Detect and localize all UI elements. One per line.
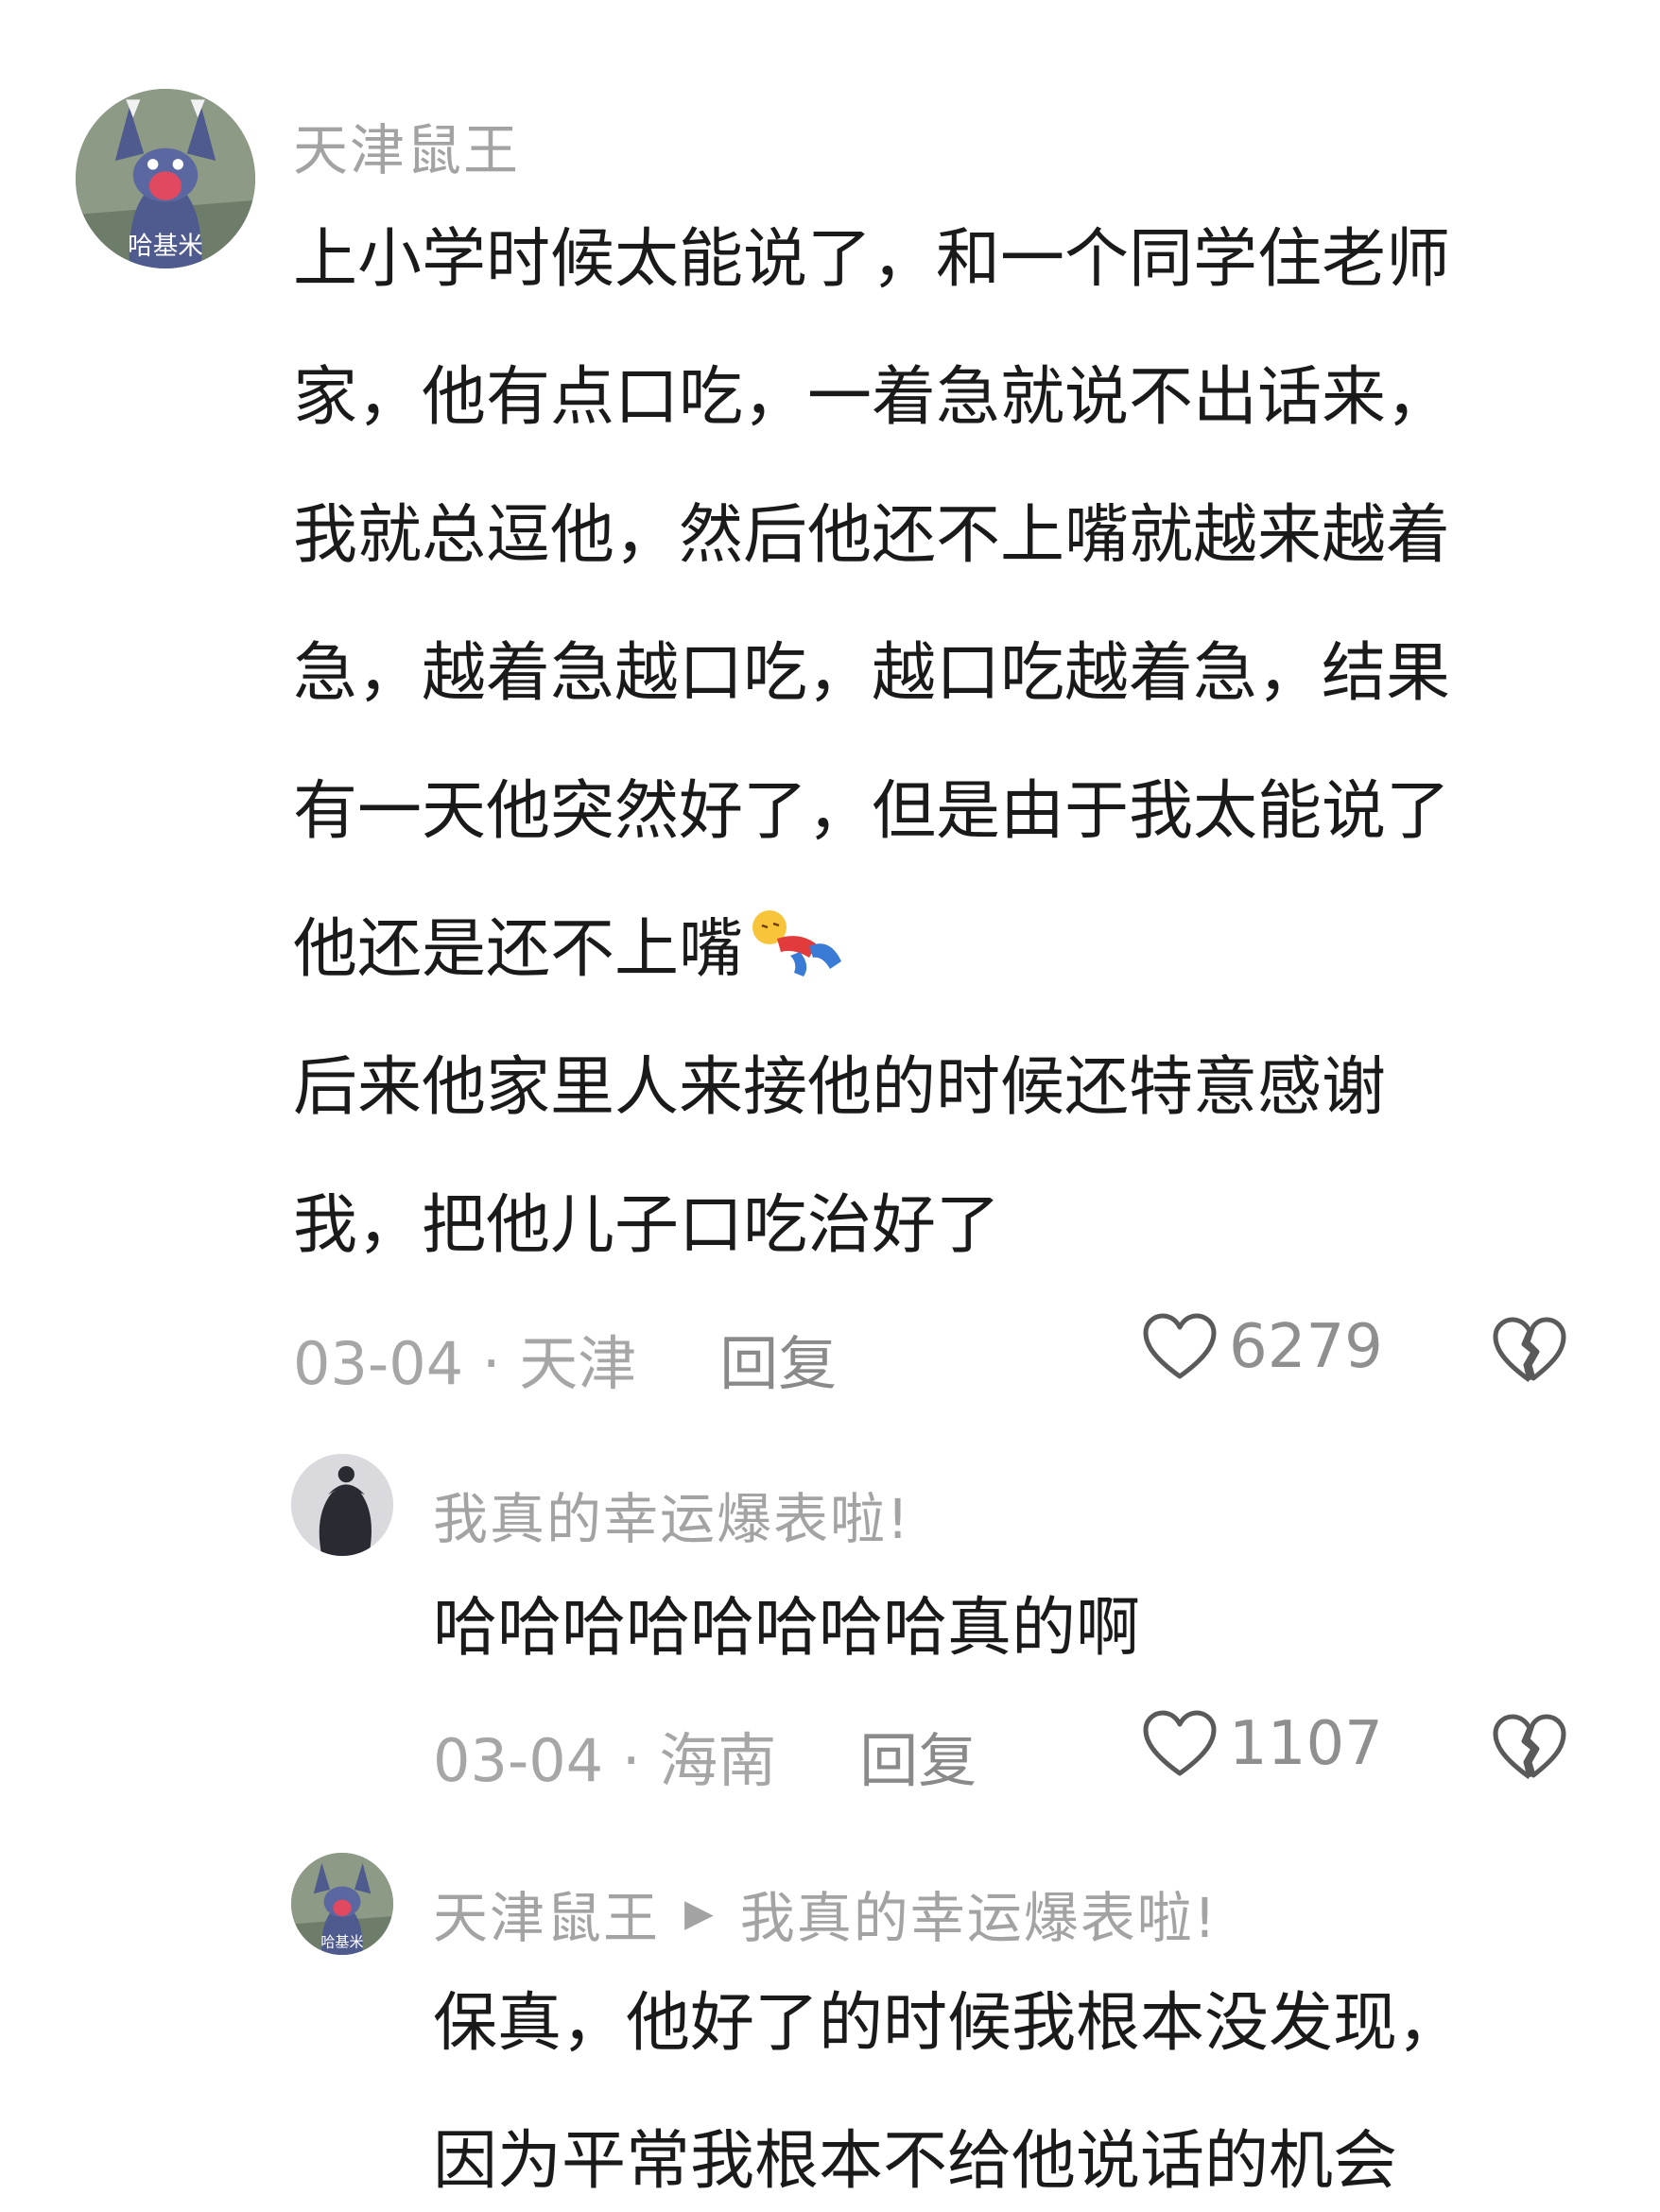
tom-cat-avatar[interactable]: 哈基米 bbox=[291, 1853, 393, 1955]
comment-line-text: 他还是还不上嘴 bbox=[293, 912, 744, 987]
svg-text:哈基米: 哈基米 bbox=[320, 1933, 363, 1950]
broken-heart-icon[interactable] bbox=[1492, 1316, 1567, 1386]
comment-page: 哈基米 天津鼠王 上小学时候太能说了，和一个同学住老师 家，他有点口吃，一着急就… bbox=[0, 0, 1660, 2212]
reply-meta: 03-04 · 海南 回复 bbox=[433, 1713, 977, 1798]
like-button[interactable]: 6279 bbox=[1142, 1312, 1383, 1382]
comment-line: 我就总逗他，然后他还不上嘴就越来越着 bbox=[293, 498, 1451, 573]
silhouette-avatar[interactable] bbox=[291, 1454, 393, 1556]
like-count: 6279 bbox=[1229, 1312, 1383, 1382]
reply-author[interactable]: 我真的幸运爆表啦! bbox=[433, 1475, 910, 1554]
reply-to-user[interactable]: 我真的幸运爆表啦! bbox=[740, 1874, 1218, 1953]
like-count: 1107 bbox=[1229, 1709, 1383, 1779]
tom-cat-avatar[interactable]: 哈基米 bbox=[76, 89, 255, 268]
comment-meta: 03-04 · 天津 回复 bbox=[293, 1316, 837, 1401]
like-button[interactable]: 1107 bbox=[1142, 1709, 1383, 1779]
reply-author[interactable]: 天津鼠王 bbox=[433, 1874, 660, 1953]
reply-line: 保真，他好了的时候我根本没发现， bbox=[433, 1986, 1462, 2061]
comment-author[interactable]: 天津鼠王 bbox=[293, 106, 520, 185]
comment-line: 后来他家里人来接他的时候还特意感谢 bbox=[293, 1050, 1387, 1125]
reply-date-location: 03-04 · 海南 bbox=[433, 1726, 777, 1795]
comment-body: 上小学时候太能说了，和一个同学住老师 家，他有点口吃，一着急就说不出话来， 我就… bbox=[293, 191, 1450, 1295]
reply-body: 哈哈哈哈哈哈哈哈真的啊 bbox=[433, 1560, 1140, 1698]
comment-line: 家，他有点口吃，一着急就说不出话来， bbox=[293, 360, 1451, 435]
play-arrow-icon: ▶ bbox=[684, 1892, 716, 1935]
comment-line: 有一天他突然好了，但是由于我太能说了 bbox=[293, 774, 1451, 849]
comment-line: 我，把他儿子口吃治好了 bbox=[293, 1188, 1001, 1263]
reply-body: 保真，他好了的时候我根本没发现， 因为平常我根本不给他说话的机会 bbox=[433, 1955, 1461, 2212]
reply-button[interactable]: 回复 bbox=[859, 1713, 977, 1798]
svg-text:哈基米: 哈基米 bbox=[128, 232, 203, 261]
heart-icon bbox=[1143, 1710, 1217, 1776]
reply-line: 因为平常我根本不给他说话的机会 bbox=[433, 2124, 1398, 2199]
comment-line-with-emoji: 他还是还不上嘴 bbox=[293, 881, 1450, 1019]
heart-icon bbox=[1143, 1313, 1217, 1379]
fainting-emoji bbox=[743, 889, 847, 976]
comment-line: 急，越着急越口吃，越口吃越着急，结果 bbox=[293, 636, 1451, 711]
reply-button[interactable]: 回复 bbox=[719, 1316, 837, 1401]
reply-line: 哈哈哈哈哈哈哈哈真的啊 bbox=[433, 1591, 1141, 1666]
comment-line: 上小学时候太能说了，和一个同学住老师 bbox=[293, 222, 1451, 297]
broken-heart-icon[interactable] bbox=[1492, 1713, 1567, 1783]
reply-header: 天津鼠王 ▶ 我真的幸运爆表啦! bbox=[433, 1874, 1218, 1953]
comment-date-location: 03-04 · 天津 bbox=[293, 1329, 637, 1398]
